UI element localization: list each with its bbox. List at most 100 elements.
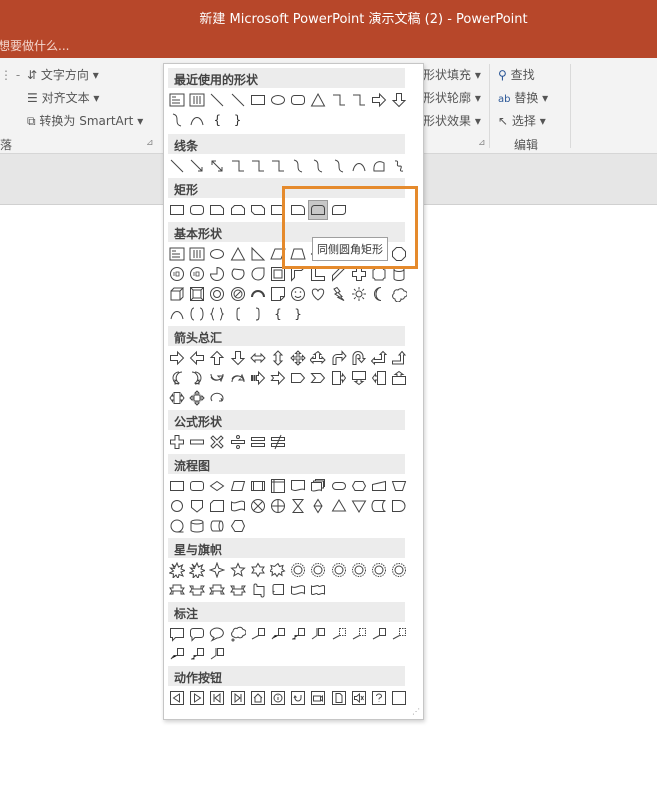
align-text-button[interactable]: ☰ 对齐文本 ▾ (27, 89, 99, 106)
action-button-movie-shape[interactable] (309, 689, 327, 707)
line-callout1-accent-bar-shape[interactable] (309, 625, 327, 643)
flowchart-sort-shape[interactable] (309, 497, 327, 515)
double-wave-shape[interactable] (309, 581, 327, 599)
left-arrow-callout-shape[interactable] (370, 369, 388, 387)
left-brace-shape[interactable]: { (208, 111, 226, 129)
flowchart-sequential-access-shape[interactable] (168, 517, 186, 535)
arc-shape[interactable] (168, 305, 186, 323)
left-right-arrow-callout-shape[interactable] (168, 389, 186, 407)
equal-shape[interactable] (249, 433, 267, 451)
star10-shape[interactable] (309, 561, 327, 579)
line-callout2-no-border-shape[interactable] (350, 625, 368, 643)
oval-callout-shape[interactable] (208, 625, 226, 643)
replace-button[interactable]: ab 替换 ▾ (498, 89, 548, 106)
bent-arrow-shape[interactable] (330, 349, 348, 367)
line-callout3-no-border-shape[interactable] (370, 625, 388, 643)
flowchart-or-shape[interactable] (269, 497, 287, 515)
rectangle-shape[interactable] (249, 91, 267, 109)
left-right-arrow-shape[interactable] (249, 349, 267, 367)
action-button-beginning-shape[interactable] (208, 689, 226, 707)
not-equal-shape[interactable] (269, 433, 287, 451)
curve-shape[interactable] (188, 111, 206, 129)
action-button-custom-shape[interactable] (390, 689, 408, 707)
line-callout2-shape[interactable] (269, 625, 287, 643)
line-shape[interactable] (168, 157, 186, 175)
line-callout3-border-accent-shape[interactable] (188, 645, 206, 663)
textbox-shape[interactable] (168, 91, 186, 109)
left-brace-shape[interactable]: { (269, 305, 287, 323)
quad-arrow-callout-shape[interactable] (188, 389, 206, 407)
triangle-shape[interactable] (229, 245, 247, 263)
left-up-arrow-shape[interactable] (370, 349, 388, 367)
line-callout3-shape[interactable] (289, 625, 307, 643)
flowchart-card-shape[interactable] (208, 497, 226, 515)
star7-shape[interactable] (269, 561, 287, 579)
curved-up-arrow-shape[interactable] (208, 369, 226, 387)
star24-shape[interactable] (370, 561, 388, 579)
action-button-return-shape[interactable] (289, 689, 307, 707)
flowchart-collate-shape[interactable] (289, 497, 307, 515)
down-arrow-shape[interactable] (229, 349, 247, 367)
up-arrow-callout-shape[interactable] (390, 369, 408, 387)
elbow-connector-shape[interactable] (330, 91, 348, 109)
line-shape[interactable] (229, 91, 247, 109)
bevel-shape[interactable] (188, 285, 206, 303)
block-arc-shape[interactable] (249, 285, 267, 303)
flowchart-predefined-process-shape[interactable] (249, 477, 267, 495)
flowchart-manual-input-shape[interactable] (370, 477, 388, 495)
curved-connector-shape[interactable] (289, 157, 307, 175)
double-bracket-shape[interactable] (188, 305, 206, 323)
action-button-end-shape[interactable] (229, 689, 247, 707)
flowchart-magnetic-disk-shape[interactable] (188, 517, 206, 535)
division-shape[interactable] (229, 433, 247, 451)
multiply-shape[interactable] (208, 433, 226, 451)
flowchart-merge-shape[interactable] (350, 497, 368, 515)
moon-shape[interactable] (370, 285, 388, 303)
right-triangle-shape[interactable] (249, 245, 267, 263)
flowchart-manual-operation-shape[interactable] (390, 477, 408, 495)
decagon-shape[interactable] (168, 265, 186, 283)
cube-shape[interactable] (168, 285, 186, 303)
curved-double-arrow-connector-shape[interactable] (330, 157, 348, 175)
left-arrow-shape[interactable] (188, 349, 206, 367)
action-button-forward-shape[interactable] (188, 689, 206, 707)
rounded-rectangular-callout-shape[interactable] (188, 625, 206, 643)
explosion2-shape[interactable] (188, 561, 206, 579)
flowchart-data-shape[interactable] (229, 477, 247, 495)
line-callout1-no-border-shape[interactable] (330, 625, 348, 643)
smiley-face-shape[interactable] (289, 285, 307, 303)
resize-grip-icon[interactable]: ⋰ (412, 708, 420, 716)
cloud-callout-shape[interactable] (229, 625, 247, 643)
right-brace-shape[interactable]: } (229, 111, 247, 129)
action-button-help-shape[interactable] (370, 689, 388, 707)
curved-right-arrow-shape[interactable] (168, 369, 186, 387)
shape-fill-button[interactable]: 形状填充 ▾ (423, 66, 481, 83)
notched-right-arrow-shape[interactable] (269, 369, 287, 387)
u-turn-arrow-shape[interactable] (350, 349, 368, 367)
action-button-document-shape[interactable] (330, 689, 348, 707)
shape-effects-button[interactable]: 形状效果 ▾ (423, 112, 481, 129)
line-shape[interactable] (208, 91, 226, 109)
snip-diagonal-rectangle-shape[interactable] (249, 201, 267, 219)
line-callout1-shape[interactable] (249, 625, 267, 643)
curved-arrow-connector-shape[interactable] (309, 157, 327, 175)
arrow-line-shape[interactable] (188, 157, 206, 175)
left-right-up-arrow-shape[interactable] (309, 349, 327, 367)
explosion1-shape[interactable] (168, 561, 186, 579)
chord-shape[interactable] (229, 265, 247, 283)
vertical-textbox-shape[interactable] (188, 245, 206, 263)
star5-shape[interactable] (229, 561, 247, 579)
flowchart-process-shape[interactable] (168, 477, 186, 495)
action-button-back-shape[interactable] (168, 689, 186, 707)
tell-me-bar[interactable]: 想要做什么... (0, 33, 657, 58)
tell-me-input[interactable]: 想要做什么... (0, 37, 69, 54)
right-brace-shape[interactable]: } (289, 305, 307, 323)
flowchart-decision-shape[interactable] (208, 477, 226, 495)
scribble-shape[interactable] (390, 157, 408, 175)
double-arrow-line-shape[interactable] (208, 157, 226, 175)
vertical-scroll-shape[interactable] (249, 581, 267, 599)
left-bracket-shape[interactable] (229, 305, 247, 323)
convert-smartart-button[interactable]: ⧉ 转换为 SmartArt ▾ (27, 112, 143, 129)
flowchart-multidocument-shape[interactable] (309, 477, 327, 495)
freeform-shape[interactable] (370, 157, 388, 175)
